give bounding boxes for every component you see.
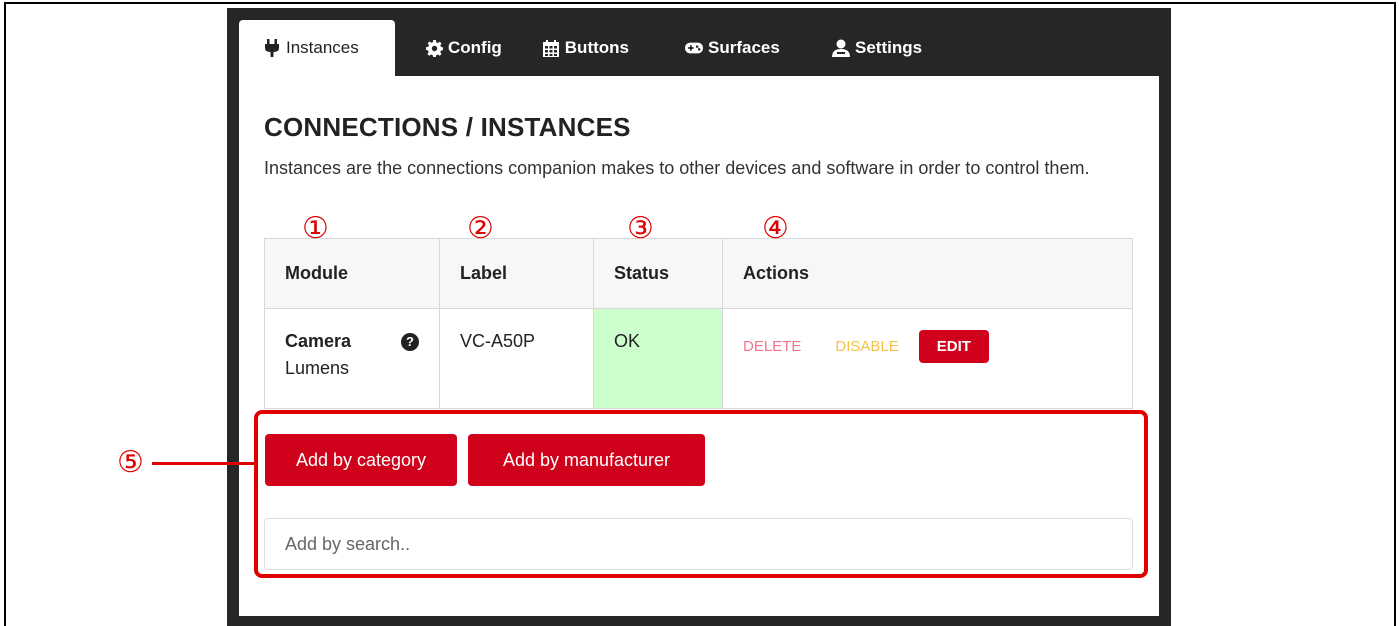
cell-label: VC-A50P — [439, 308, 594, 409]
page-description: Instances are the connections companion … — [264, 158, 1090, 178]
gamepad-icon — [685, 39, 703, 57]
calendar-grid-icon — [543, 39, 560, 57]
module-name-line: Camera ? — [285, 331, 419, 352]
callout-4: ④ — [762, 211, 789, 246]
callout-3: ③ — [627, 211, 654, 246]
tab-config-label: Config — [448, 38, 502, 57]
instances-table: Module Label Status Actions Camera ? Lum… — [264, 238, 1133, 409]
table-header-row: Module Label Status Actions — [264, 238, 1133, 309]
tab-settings[interactable]: Settings — [815, 20, 944, 76]
tab-config[interactable]: Config — [395, 20, 513, 76]
tab-surfaces[interactable]: Surfaces — [651, 20, 815, 76]
user-gear-icon — [832, 39, 850, 57]
callout-5: ⑤ — [117, 445, 144, 480]
module-name: Camera — [285, 331, 352, 351]
tab-surfaces-label: Surfaces — [708, 38, 780, 57]
callout-5-leader-line — [152, 462, 256, 465]
gear-icon — [426, 39, 443, 57]
header-actions: Actions — [722, 238, 1133, 309]
cell-status: OK — [593, 308, 723, 409]
tab-instances[interactable]: Instances — [239, 20, 395, 76]
table-row: Camera ? Lumens VC-A50P OK DELETE DISABL… — [264, 308, 1133, 409]
main-tabs: Instances Config Buttons Surfaces Settin… — [239, 20, 944, 76]
delete-button[interactable]: DELETE — [731, 332, 813, 361]
tab-buttons[interactable]: Buttons — [513, 20, 651, 76]
header-module: Module — [264, 238, 440, 309]
module-vendor: Lumens — [285, 358, 350, 378]
tab-buttons-label: Buttons — [564, 38, 629, 57]
header-status: Status — [593, 238, 723, 309]
question-circle-icon[interactable]: ? — [401, 332, 419, 351]
tab-instances-label: Instances — [286, 38, 359, 57]
tab-settings-label: Settings — [855, 38, 923, 57]
plug-icon — [263, 39, 281, 57]
add-section-highlight — [254, 410, 1148, 578]
header-label: Label — [439, 238, 594, 309]
callout-1: ① — [302, 211, 329, 246]
page-title: CONNECTIONS / INSTANCES — [264, 112, 631, 142]
cell-module: Camera ? Lumens — [264, 308, 440, 409]
callout-2: ② — [467, 211, 494, 246]
edit-button[interactable]: EDIT — [918, 330, 989, 363]
cell-actions: DELETE DISABLE EDIT — [722, 308, 1133, 409]
row-actions: DELETE DISABLE EDIT — [743, 330, 1112, 363]
disable-button[interactable]: DISABLE — [823, 332, 910, 361]
